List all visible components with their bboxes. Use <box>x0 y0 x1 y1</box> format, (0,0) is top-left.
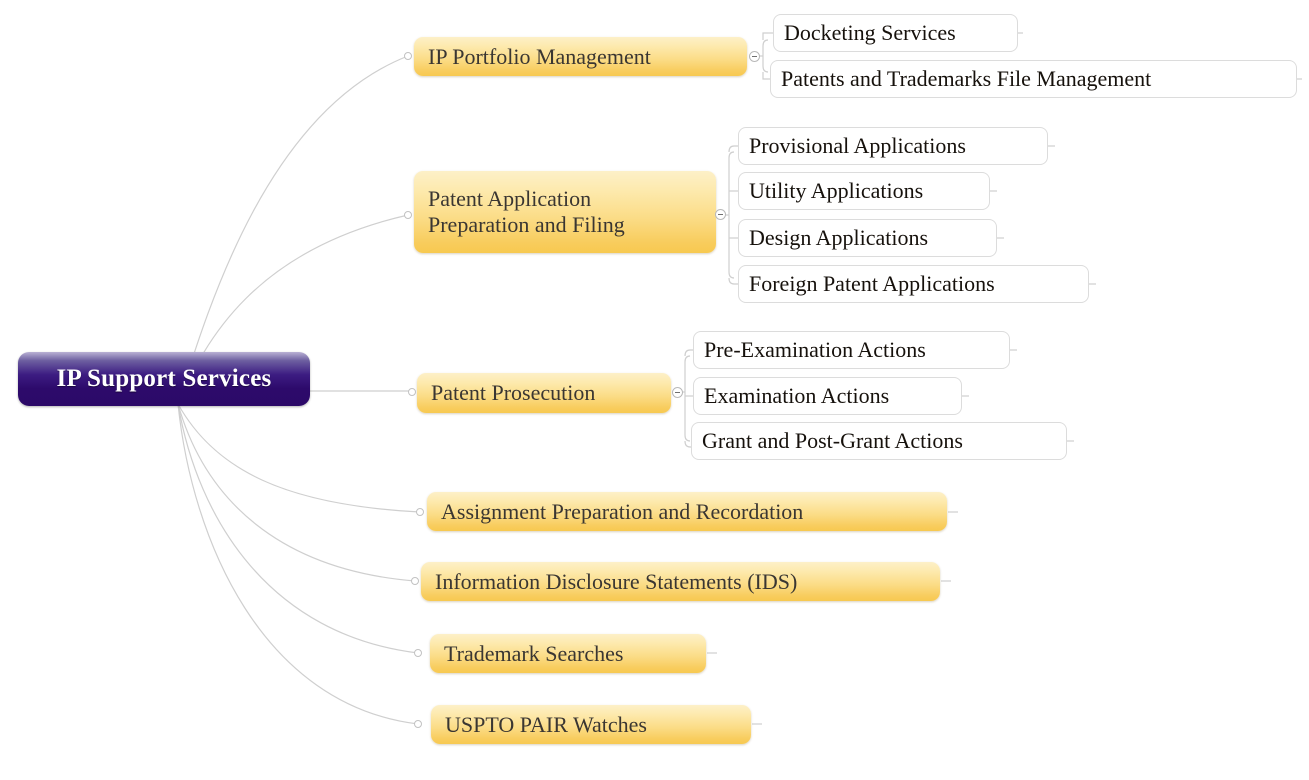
connector-dot-branch-3 <box>408 388 416 396</box>
leaf-node-label: Utility Applications <box>749 178 924 203</box>
branch-node-label: Trademark Searches <box>444 640 624 666</box>
connector-dot-branch-7 <box>414 720 422 728</box>
leaf-node-design-applications[interactable]: Design Applications <box>738 219 997 257</box>
branch-node-ip-portfolio-management[interactable]: IP Portfolio Management <box>414 37 747 76</box>
connector-dot-branch-1 <box>404 52 412 60</box>
link-root-branch-7 <box>177 403 419 725</box>
connector-dot-branch-5 <box>411 577 419 585</box>
branch-node-label: USPTO PAIR Watches <box>445 711 647 737</box>
leaf-node-label: Design Applications <box>749 225 929 250</box>
leaf-node-provisional-applications[interactable]: Provisional Applications <box>738 127 1048 165</box>
branch-node-label: Information Disclosure Statements (IDS) <box>435 568 798 594</box>
leaf-node-label: Docketing Services <box>784 20 956 45</box>
branch-node-label: Patent Application Preparation and Filin… <box>428 186 625 237</box>
branch-node-patent-application-preparation-and-filing[interactable]: Patent Application Preparation and Filin… <box>414 171 716 253</box>
link-root-branch-5 <box>177 403 416 582</box>
connector-dot-branch-4 <box>416 508 424 516</box>
bracket-branch-1-spine <box>762 39 769 73</box>
connector-dot-branch-2 <box>404 211 412 219</box>
bracket-branch-3-spine <box>684 355 691 442</box>
leaf-node-pre-examination-actions[interactable]: Pre-Examination Actions <box>693 331 1010 369</box>
collapse-toggle-branch-1[interactable] <box>749 51 760 62</box>
collapse-toggle-branch-2[interactable] <box>715 209 726 220</box>
bracket-branch-1-stub-1 <box>762 32 768 40</box>
root-node[interactable]: IP Support Services <box>18 352 310 406</box>
branch-node-patent-prosecution[interactable]: Patent Prosecution <box>417 373 671 413</box>
leaf-node-foreign-patent-applications[interactable]: Foreign Patent Applications <box>738 265 1089 303</box>
leaf-node-label: Provisional Applications <box>749 133 966 158</box>
link-root-branch-6 <box>177 403 419 654</box>
collapse-toggle-branch-3[interactable] <box>672 387 683 398</box>
branch-node-label: IP Portfolio Management <box>428 43 651 69</box>
bracket-branch-1-stub-2 <box>762 72 768 80</box>
link-root-branch-4 <box>177 403 421 513</box>
leaf-node-docketing-services[interactable]: Docketing Services <box>773 14 1018 52</box>
branch-node-information-disclosure-statements[interactable]: Information Disclosure Statements (IDS) <box>421 562 940 601</box>
branch-node-uspto-pair-watches[interactable]: USPTO PAIR Watches <box>431 705 751 744</box>
leaf-node-grant-and-post-grant-actions[interactable]: Grant and Post-Grant Actions <box>691 422 1067 460</box>
branch-node-label: Assignment Preparation and Recordation <box>441 498 804 524</box>
branch-node-label: Patent Prosecution <box>431 380 596 406</box>
leaf-node-label: Patents and Trademarks File Management <box>781 66 1152 91</box>
leaf-node-label: Grant and Post-Grant Actions <box>702 428 963 453</box>
leaf-node-label: Pre-Examination Actions <box>704 337 926 362</box>
connector-dot-branch-6 <box>414 649 422 657</box>
leaf-node-label: Examination Actions <box>704 383 890 408</box>
branch-node-trademark-searches[interactable]: Trademark Searches <box>430 634 706 673</box>
leaf-node-label: Foreign Patent Applications <box>749 271 995 296</box>
mindmap-canvas: IP Support Services IP Portfolio Managem… <box>0 0 1309 780</box>
leaf-node-utility-applications[interactable]: Utility Applications <box>738 172 990 210</box>
leaf-node-examination-actions[interactable]: Examination Actions <box>693 377 962 415</box>
branch-node-assignment-preparation-and-recordation[interactable]: Assignment Preparation and Recordation <box>427 492 947 531</box>
leaf-node-patents-and-trademarks-file-management[interactable]: Patents and Trademarks File Management <box>770 60 1297 98</box>
bracket-branch-2-spine <box>728 151 735 279</box>
root-node-label: IP Support Services <box>56 365 272 392</box>
